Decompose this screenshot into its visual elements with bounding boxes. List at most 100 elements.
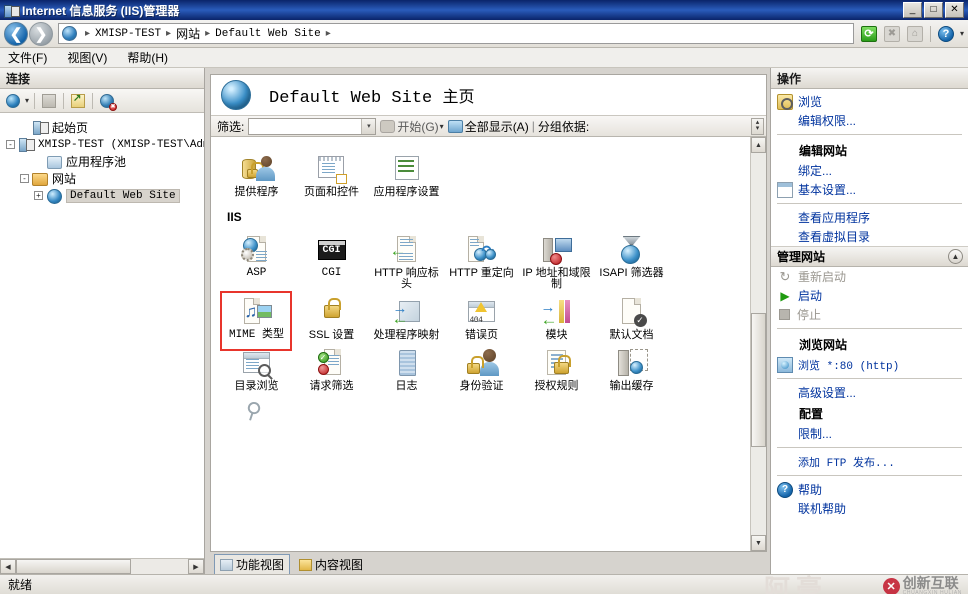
asp-icon	[240, 234, 273, 266]
scroll-thumb[interactable]	[751, 313, 766, 448]
action-online-help[interactable]: 联机帮助	[771, 499, 968, 518]
collapse-section-button[interactable]: ▲	[948, 249, 963, 264]
tree-item-server[interactable]: - XMISP-TEST (XMISP-TEST\Adm	[6, 136, 204, 153]
refresh-button[interactable]: ⟳	[859, 24, 879, 44]
connect-globe-button[interactable]	[4, 92, 22, 110]
help-icon: ?	[937, 25, 954, 42]
feature-pages-and-controls[interactable]: 页面和控件	[294, 147, 369, 198]
feature-output-caching[interactable]: 输出缓存	[594, 341, 669, 392]
back-arrow-icon[interactable]: ❮	[4, 21, 28, 46]
feature-http-response-headers[interactable]: ← HTTP 响应标头	[369, 228, 444, 290]
feature-cgi[interactable]: CGI CGI	[294, 228, 369, 279]
tab-content-view[interactable]: 内容视图	[294, 555, 368, 574]
window-controls: _ □ ✕	[903, 2, 966, 18]
help-button[interactable]: ?	[936, 24, 956, 44]
tree-horizontal-scrollbar[interactable]: ◀ ▶	[0, 558, 204, 574]
action-browse[interactable]: 浏览	[771, 92, 968, 111]
action-limits[interactable]: 限制...	[771, 424, 968, 443]
maximize-button[interactable]: □	[924, 2, 943, 18]
scroll-up-button[interactable]: ▲	[751, 137, 766, 153]
feature-configuration-editor[interactable]: ⚲	[219, 392, 294, 432]
action-add-ftp-publishing[interactable]: 添加 FTP 发布...	[771, 452, 968, 471]
feature-authorization-rules[interactable]: 授权规则	[519, 341, 594, 392]
action-view-applications[interactable]: 查看应用程序	[771, 208, 968, 227]
feature-http-redirect[interactable]: ↷ HTTP 重定向	[444, 228, 519, 279]
action-stop[interactable]: 停止	[771, 305, 968, 324]
main-body: 连接 ▾ ✖ 起始页	[0, 68, 968, 575]
filter-bar-updown-button[interactable]: ▴ ▾	[751, 117, 764, 135]
feature-error-pages[interactable]: 404 错误页	[444, 290, 519, 341]
feature-handler-mappings[interactable]: → ← 处理程序映射	[369, 290, 444, 341]
feature-grid-vertical-scrollbar[interactable]: ▲ ▼	[750, 137, 766, 551]
chevron-down-icon[interactable]: ▾	[440, 122, 444, 131]
feature-providers[interactable]: 提供程序	[219, 147, 294, 198]
save-button[interactable]	[40, 92, 58, 110]
minimize-button[interactable]: _	[903, 2, 922, 18]
tab-features-view[interactable]: 功能视图	[214, 554, 291, 575]
menu-view[interactable]: 视图(V)	[67, 47, 117, 68]
stop-icon: ✖	[883, 25, 900, 42]
feature-modules[interactable]: → ← 模块	[519, 290, 594, 341]
feature-request-filtering[interactable]: ✓ 请求筛选	[294, 341, 369, 392]
action-start[interactable]: ▶ 启动	[771, 286, 968, 305]
menu-help[interactable]: 帮助(H)	[127, 47, 178, 68]
action-edit-permissions[interactable]: 编辑权限...	[771, 111, 968, 130]
action-restart[interactable]: ↻ 重新启动	[771, 267, 968, 286]
forward-arrow-icon[interactable]: ❯	[29, 21, 53, 46]
tree-item-sites[interactable]: - 网站	[6, 170, 204, 187]
feature-ssl-settings[interactable]: SSL 设置	[294, 290, 369, 341]
feature-default-document[interactable]: ✓ 默认文档	[594, 290, 669, 341]
feature-mime-types[interactable]: ♫ MIME 类型	[219, 290, 294, 351]
action-help[interactable]: ? 帮助	[771, 480, 968, 499]
menu-file[interactable]: 文件(F)	[8, 47, 57, 68]
filter-input[interactable]: ▾	[248, 117, 377, 135]
tree-item-app-pools[interactable]: 应用程序池	[6, 153, 204, 170]
filter-go-button[interactable]: 开始(G) ▾	[380, 118, 444, 135]
watermark-logo-mark: ✕	[882, 577, 900, 594]
tree-expander[interactable]: -	[6, 140, 15, 149]
action-view-virtual-directories[interactable]: 查看虚拟目录	[771, 227, 968, 246]
scroll-track[interactable]	[751, 153, 766, 535]
scroll-thumb[interactable]	[16, 559, 132, 574]
chevron-down-icon[interactable]: ▾	[361, 118, 376, 134]
action-basic-settings[interactable]: 基本设置...	[771, 180, 968, 199]
action-bindings[interactable]: 绑定...	[771, 161, 968, 180]
feature-label: 目录浏览	[234, 380, 279, 392]
feature-ip-address-domain-restrictions[interactable]: IP 地址和域限制	[519, 228, 594, 290]
tree-expander[interactable]: -	[20, 174, 29, 183]
action-advanced-settings[interactable]: 高级设置...	[771, 383, 968, 402]
web-site-globe-icon	[221, 80, 251, 110]
scroll-right-button[interactable]: ▶	[188, 559, 204, 574]
tree-item-default-web-site[interactable]: + Default Web Site	[6, 187, 204, 204]
feature-isapi-filters[interactable]: ISAPI 筛选器	[594, 228, 669, 279]
close-button[interactable]: ✕	[945, 2, 964, 18]
action-browse-site-80[interactable]: 浏览 *:80 (http)	[771, 355, 968, 374]
feature-application-settings[interactable]: 应用程序设置	[369, 147, 444, 198]
chevron-down-icon[interactable]: ▾	[960, 29, 964, 38]
feature-label: 日志	[395, 380, 418, 392]
breadcrumb-item-sites[interactable]: 网站	[176, 25, 200, 42]
show-all-button[interactable]: 全部显示(A)	[447, 118, 529, 135]
breadcrumb-item-server[interactable]: XMISP-TEST	[95, 28, 161, 40]
feature-asp[interactable]: ASP	[219, 228, 294, 279]
scroll-left-button[interactable]: ◀	[0, 559, 16, 574]
navigation-bar: ❮ ❯ ▸ XMISP-TEST ▸ 网站 ▸ Default Web Site…	[0, 20, 968, 48]
connections-tree[interactable]: 起始页 - XMISP-TEST (XMISP-TEST\Adm 应用程序池 -…	[0, 113, 204, 558]
scroll-track[interactable]	[16, 559, 188, 574]
breadcrumb-item-site[interactable]: Default Web Site	[215, 28, 321, 40]
home-button[interactable]: ⌂	[905, 24, 925, 44]
feature-logging[interactable]: 日志	[369, 341, 444, 392]
connect-to-site-button[interactable]	[69, 92, 87, 110]
watermark-logo-text: 创新互联 CHUANGXIN HULIAN	[903, 576, 962, 594]
disconnect-button[interactable]: ✖	[98, 92, 118, 111]
breadcrumb-address-bar[interactable]: ▸ XMISP-TEST ▸ 网站 ▸ Default Web Site ▸	[58, 23, 854, 44]
tree-item-start-page[interactable]: 起始页	[6, 119, 204, 136]
tree-expander	[34, 157, 43, 166]
stop-button[interactable]: ✖	[882, 24, 902, 44]
feature-authentication[interactable]: 身份验证	[444, 341, 519, 392]
tree-expander[interactable]: +	[34, 191, 43, 200]
feature-directory-browsing[interactable]: 目录浏览	[219, 341, 294, 392]
chevron-down-icon[interactable]: ▾	[25, 96, 29, 105]
toolbar-divider	[63, 92, 65, 109]
scroll-down-button[interactable]: ▼	[751, 535, 766, 551]
